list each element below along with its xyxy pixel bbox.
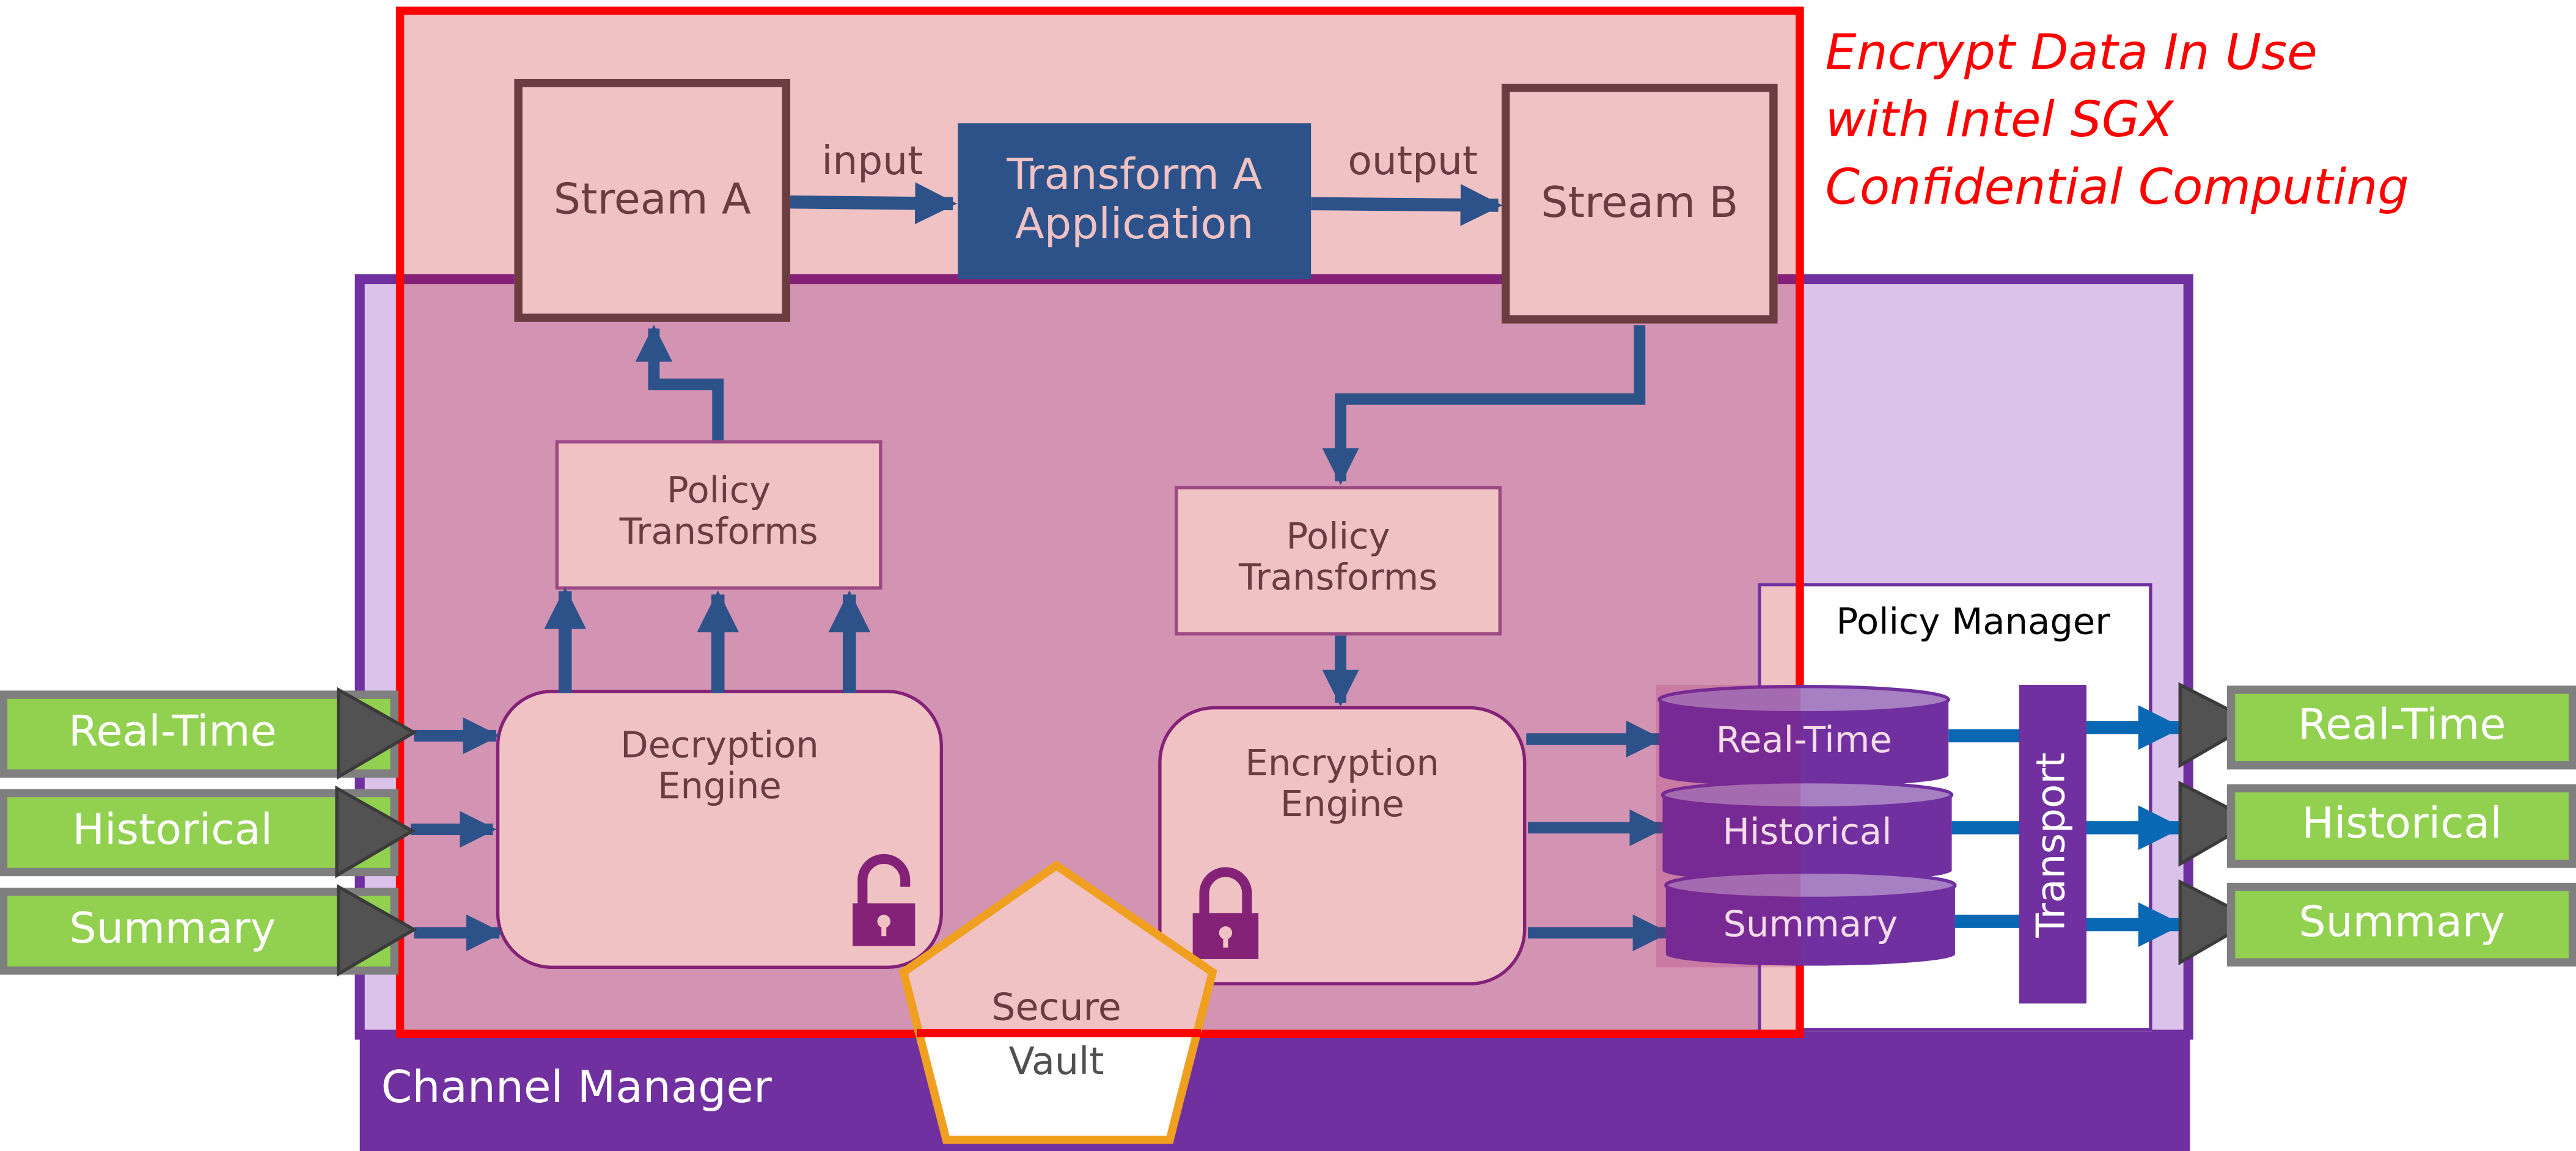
architecture-diagram: Channel Manager Policy Manager Encrypt D… bbox=[0, 0, 2576, 1151]
policy-to-stream-a-arrow bbox=[635, 324, 724, 440]
output-label-summary: Summary bbox=[2299, 898, 2506, 948]
database-label-historical: Historical bbox=[1722, 813, 1892, 855]
transport-label: Transport bbox=[2027, 752, 2074, 938]
secure-vault-line-2: Vault bbox=[1008, 1040, 1104, 1084]
output-label-historical: Historical bbox=[2302, 800, 2502, 849]
input-label-historical: Historical bbox=[72, 806, 273, 856]
database-label-realtime: Real-Time bbox=[1715, 722, 1892, 763]
stream-b-to-policy-arrow bbox=[1322, 325, 1646, 485]
locked-padlock-icon bbox=[1192, 867, 1259, 959]
input-label-summary: Summary bbox=[69, 905, 276, 954]
database-label-summary: Summary bbox=[1723, 905, 1898, 947]
output-arrow bbox=[1311, 184, 1503, 226]
diagram-graphics bbox=[0, 182, 2576, 1144]
output-label-realtime: Real-Time bbox=[2297, 701, 2506, 751]
unlocked-padlock-icon bbox=[853, 853, 916, 946]
input-label-realtime: Real-Time bbox=[68, 707, 277, 758]
input-arrow bbox=[790, 182, 958, 225]
secure-vault-line-1: Secure bbox=[991, 987, 1121, 1029]
